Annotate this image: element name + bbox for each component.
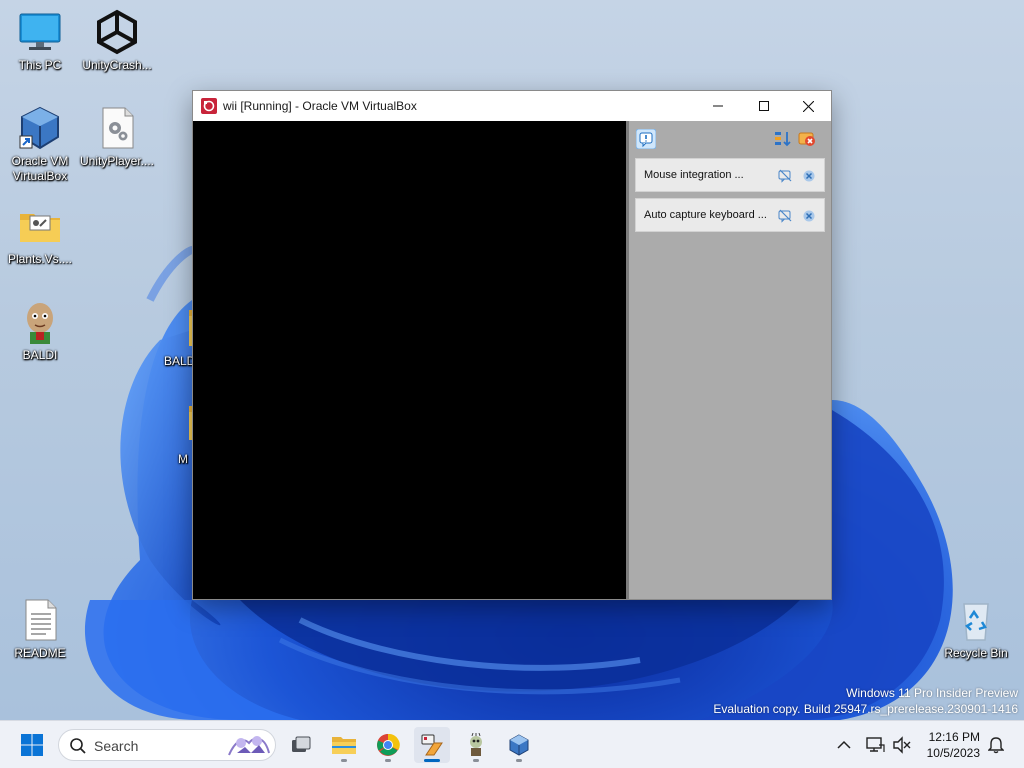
desktop-icon-label: BALDI: [22, 348, 58, 362]
start-button[interactable]: [14, 727, 50, 763]
bell-icon: [988, 737, 1004, 754]
monitor-icon: [16, 8, 64, 56]
minimize-icon: [713, 105, 723, 107]
desktop-icon-label: Recycle Bin: [944, 646, 1008, 660]
chrome-icon: [377, 733, 400, 756]
window-titlebar[interactable]: wii [Running] - Oracle VM VirtualBox: [193, 91, 831, 121]
notification-auto-capture-keyboard[interactable]: Auto capture keyboard ...: [635, 198, 825, 232]
unity-icon: [93, 8, 141, 56]
desktop-icon-virtualbox[interactable]: Oracle VM VirtualBox: [0, 104, 80, 184]
notification-close-button[interactable]: [802, 209, 816, 223]
notification-ignore-button[interactable]: [778, 209, 792, 223]
running-indicator: [341, 759, 347, 762]
close-button[interactable]: [785, 91, 831, 121]
notification-close-button[interactable]: [802, 169, 816, 183]
desktop-icon-label: Plants.Vs....: [7, 252, 73, 266]
desktop-icon-label: README: [14, 646, 66, 660]
search-icon: [70, 738, 86, 754]
speaker-muted-icon: [893, 736, 911, 754]
desktop-icon-label: This PC: [18, 58, 62, 72]
desktop-icon-unitycrash[interactable]: UnityCrash...: [77, 8, 157, 73]
desktop-icon-baldi[interactable]: BALDI: [0, 298, 80, 363]
notification-text: Mouse integration ...: [644, 169, 744, 181]
desktop-icon-plants-vs[interactable]: Plants.Vs....: [0, 202, 80, 267]
notification-center-toggle-button[interactable]: [635, 128, 657, 150]
clock-date: 10/5/2023: [926, 746, 980, 760]
ethernet-icon: [866, 737, 885, 752]
desktop-icon-recycle-bin[interactable]: Recycle Bin: [936, 596, 1016, 661]
settings-file-icon: [93, 104, 141, 152]
message-ignore-icon: [778, 209, 792, 223]
clock-time: 12:16 PM: [928, 730, 980, 744]
maximize-button[interactable]: [741, 91, 787, 121]
search-placeholder: Search: [94, 738, 139, 754]
notification-mouse-integration[interactable]: Mouse integration ...: [635, 158, 825, 192]
desktop-icon-label: UnityPlayer....: [79, 154, 155, 168]
running-indicator: [516, 759, 522, 762]
desktop-icon-this-pc[interactable]: This PC: [0, 8, 80, 73]
taskbar-clock[interactable]: 12:16 PM 10/5/2023: [927, 729, 980, 761]
close-icon: [802, 100, 814, 112]
insider-watermark-line2: Evaluation copy. Build 25947.rs_prerelea…: [713, 702, 1018, 716]
notification-center-panel: Mouse integration ... Auto capture keybo…: [626, 121, 831, 599]
running-indicator: [473, 759, 479, 762]
virtualbox-window: wii [Running] - Oracle VM VirtualBox Mou…: [192, 90, 832, 600]
search-highlight-illustration-icon: [228, 736, 270, 756]
file-explorer-icon: [332, 737, 356, 754]
taskbar: Search 12:16 PM 10/5/2023: [0, 720, 1024, 768]
desktop-icon-readme[interactable]: README: [0, 596, 80, 661]
notification-text: Auto capture keyboard ...: [644, 209, 767, 221]
recycle-bin-icon: [952, 596, 1000, 644]
taskbar-virtualbox-manager[interactable]: [501, 727, 537, 763]
text-file-icon: [16, 596, 64, 644]
running-indicator: [385, 759, 391, 762]
virtualbox-icon: [16, 104, 64, 152]
maximize-icon: [759, 101, 769, 111]
zombie-icon: [470, 733, 482, 756]
dismiss-all-icon: [798, 132, 815, 146]
insider-watermark-line1: Windows 11 Pro Insider Preview: [846, 686, 1018, 700]
active-indicator: [424, 759, 440, 762]
minimize-button[interactable]: [695, 91, 741, 121]
taskbar-chrome[interactable]: [370, 727, 406, 763]
close-icon: [803, 210, 815, 222]
windows-logo-icon: [21, 734, 43, 756]
taskbar-task-view[interactable]: [283, 727, 319, 763]
message-alert-icon: [635, 128, 657, 150]
message-ignore-icon: [778, 169, 792, 183]
taskbar-virtualbox-vm[interactable]: [414, 727, 450, 763]
taskbar-search-box[interactable]: Search: [58, 729, 276, 761]
chevron-up-icon: [837, 740, 851, 749]
sort-icon: [775, 132, 791, 147]
vm-app-icon[interactable]: [201, 98, 217, 114]
desktop-icon-label-line2: VirtualBox: [12, 169, 68, 183]
sort-notifications-button[interactable]: [773, 129, 793, 149]
folder-icon: [16, 202, 64, 250]
notification-ignore-button[interactable]: [778, 169, 792, 183]
desktop-icon-unityplayer[interactable]: UnityPlayer....: [77, 104, 157, 169]
desktop-icon-label-line1: Oracle VM: [11, 154, 69, 168]
show-hidden-icons-button[interactable]: [827, 727, 861, 763]
baldi-icon: [16, 298, 64, 346]
vm-window-icon: [421, 734, 443, 756]
virtualbox-icon: [509, 734, 529, 756]
taskbar-file-explorer[interactable]: [326, 727, 362, 763]
desktop-icon-label: UnityCrash...: [82, 58, 152, 72]
close-icon: [803, 170, 815, 182]
task-view-icon: [292, 736, 311, 752]
dismiss-all-button[interactable]: [797, 129, 817, 149]
network-status[interactable]: [862, 727, 888, 763]
vm-display[interactable]: [193, 121, 626, 599]
taskbar-plants-vs-zombies[interactable]: [458, 727, 494, 763]
volume-status[interactable]: [889, 727, 915, 763]
notifications-button[interactable]: [982, 727, 1010, 763]
window-title: wii [Running] - Oracle VM VirtualBox: [223, 99, 417, 113]
